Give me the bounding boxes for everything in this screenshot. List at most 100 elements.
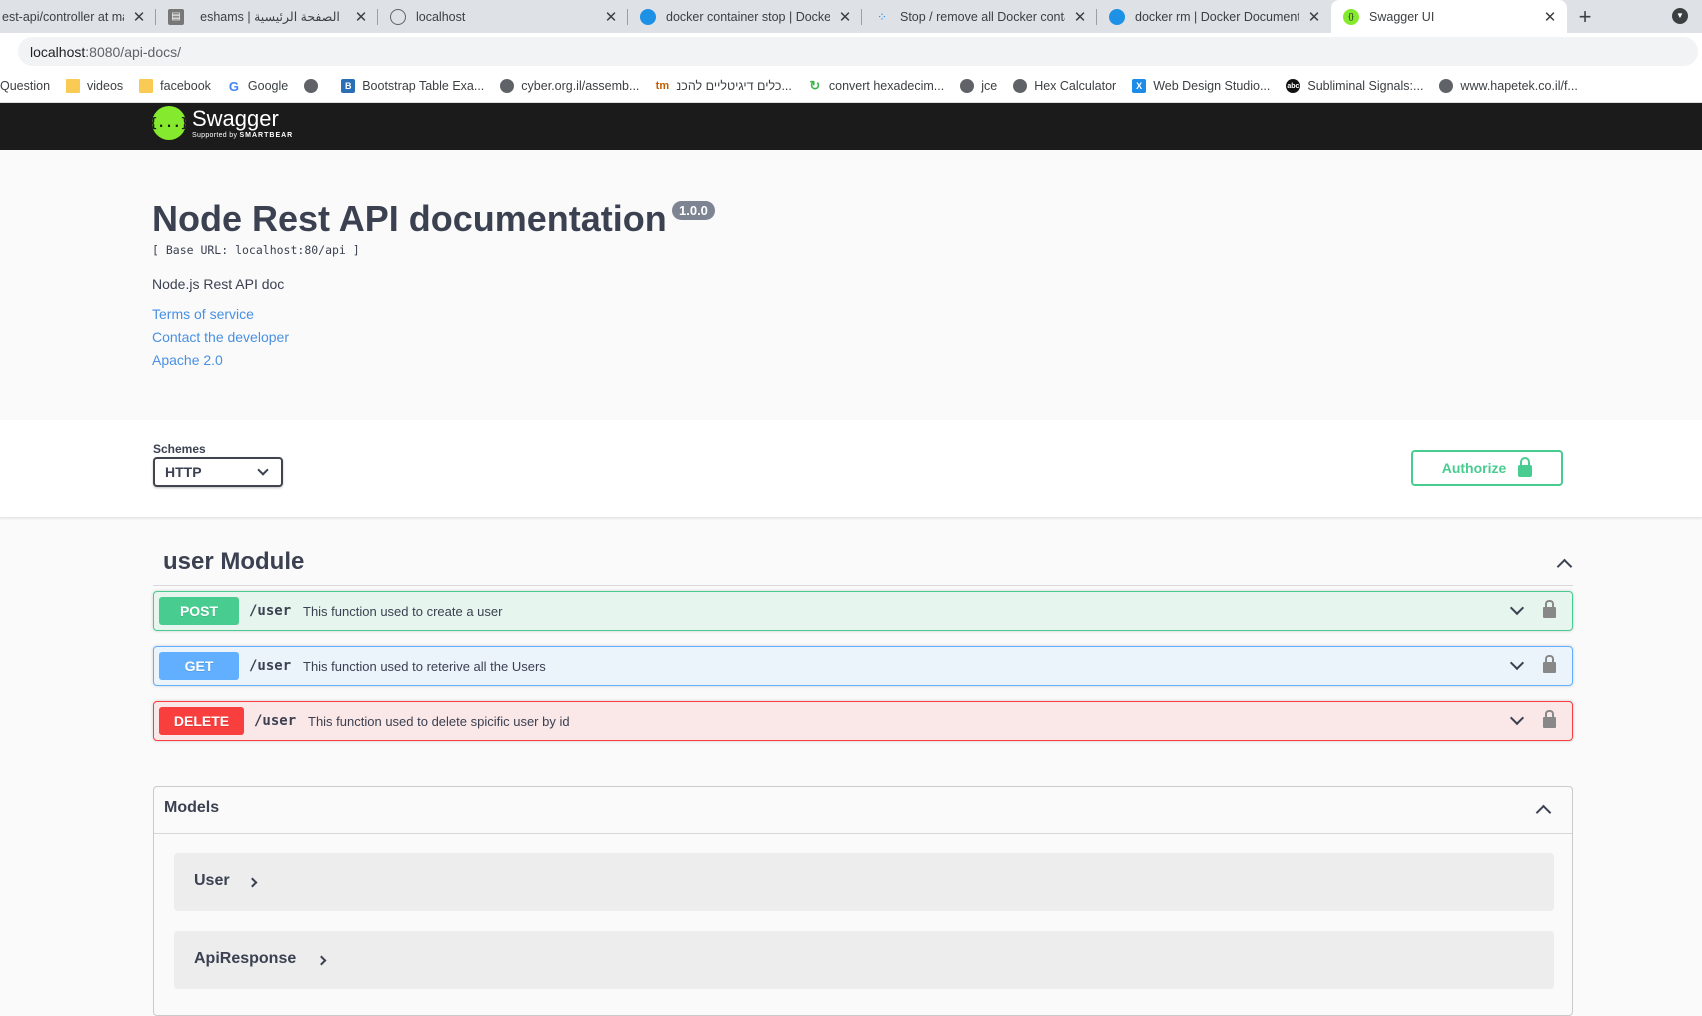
tab-title: est-api/controller at ma xyxy=(2,9,124,24)
close-icon[interactable]: ✕ xyxy=(1543,8,1557,26)
url-host: localhost xyxy=(30,43,86,60)
bookmark-digital-tools[interactable]: tm כלים דיגיטליים להכנ... xyxy=(655,79,792,93)
globe-icon xyxy=(1013,79,1028,93)
bookmark-globe[interactable] xyxy=(304,79,325,93)
terms-of-service-link[interactable]: Terms of service xyxy=(152,306,254,322)
page-icon: ▤ xyxy=(168,8,184,25)
bookmark-hex-calculator[interactable]: Hex Calculator xyxy=(1013,79,1116,93)
operation-summary: This function used to reterive all the U… xyxy=(303,659,546,674)
logo-text: Swagger Supported by SMARTBEAR xyxy=(192,107,293,140)
chevron-up-icon[interactable] xyxy=(1556,558,1573,575)
tab-title: Stop / remove all Docker contai xyxy=(900,9,1065,24)
opblock-post-user[interactable]: POST /user This function used to create … xyxy=(153,591,1573,631)
swagger-icon: {} xyxy=(1343,8,1359,25)
models-header[interactable]: Models xyxy=(154,787,1572,834)
opblock-delete-user[interactable]: DELETE /user This function used to delet… xyxy=(153,701,1573,741)
new-tab-plus-icon[interactable]: + xyxy=(1567,4,1603,30)
bookmark-google[interactable]: G Google xyxy=(227,78,288,94)
folder-icon xyxy=(66,79,81,93)
schemes-select[interactable]: HTTP xyxy=(153,457,283,487)
close-icon[interactable]: ✕ xyxy=(132,8,146,26)
page-title: Node Rest API documentation xyxy=(152,198,667,239)
close-icon[interactable]: ✕ xyxy=(838,8,852,26)
method-badge: GET xyxy=(159,652,239,680)
operation-path: /user xyxy=(254,713,297,729)
tab-eshams[interactable]: ▤ eshams | الصفحة الرئيسية ✕ xyxy=(156,0,378,33)
contact-developer-link[interactable]: Contact the developer xyxy=(152,329,289,345)
tab-localhost[interactable]: localhost ✕ xyxy=(378,0,628,33)
schemes-label: Schemes xyxy=(153,442,206,456)
chevron-up-icon[interactable] xyxy=(1535,804,1552,821)
bookmark-bootstrap[interactable]: B Bootstrap Table Exa... xyxy=(341,79,484,93)
lock-icon[interactable] xyxy=(1543,655,1556,673)
google-icon: G xyxy=(228,78,239,94)
chevron-down-icon[interactable] xyxy=(1509,600,1525,616)
bookmark-jce[interactable]: jce xyxy=(960,79,997,93)
tab-title: Swagger UI xyxy=(1369,9,1435,24)
bookmark-label: כלים דיגיטליים להכנ... xyxy=(676,79,792,93)
bookmark-label: videos xyxy=(87,79,124,93)
bookmark-convert-hex[interactable]: ↻ convert hexadecim... xyxy=(808,78,944,93)
bookmark-facebook[interactable]: facebook xyxy=(139,79,211,93)
method-badge: DELETE xyxy=(159,707,244,735)
bookmark-videos[interactable]: videos xyxy=(66,79,123,93)
model-apiresponse[interactable]: ApiResponse xyxy=(174,931,1554,989)
bookmark-label: Bootstrap Table Exa... xyxy=(362,79,485,93)
chevron-down-icon[interactable] xyxy=(1509,710,1525,726)
tab-title: eshams | الصفحة الرئيسية xyxy=(200,10,340,24)
x-icon: X xyxy=(1132,79,1147,93)
logo-sub-prefix: Supported by xyxy=(192,132,238,139)
api-description: Node.js Rest API doc xyxy=(152,276,285,292)
browser-tab-strip: est-api/controller at ma ✕ ▤ eshams | ال… xyxy=(0,0,1702,33)
bookmark-web-design[interactable]: X Web Design Studio... xyxy=(1132,79,1270,93)
bookmark-question[interactable]: Question xyxy=(0,79,50,93)
bookmark-cyber[interactable]: cyber.org.il/assemb... xyxy=(500,79,639,93)
opblock-get-user[interactable]: GET /user This function used to reterive… xyxy=(153,646,1573,686)
lock-icon[interactable] xyxy=(1543,600,1556,618)
tab-swagger-ui[interactable]: {} Swagger UI ✕ xyxy=(1331,0,1567,33)
logo-sub-brand: SMARTBEAR xyxy=(239,132,294,139)
refresh-icon: ↻ xyxy=(809,78,821,93)
tab-search-chevron-icon[interactable]: ▼ xyxy=(1672,8,1688,24)
swagger-logo[interactable]: {...} Swagger Supported by SMARTBEAR xyxy=(149,106,293,140)
authorize-button[interactable]: Authorize xyxy=(1411,450,1563,486)
globe-icon xyxy=(304,79,319,93)
close-icon[interactable]: ✕ xyxy=(354,8,368,26)
chevron-right-icon[interactable] xyxy=(316,955,327,966)
tab-docker-stop[interactable]: docker container stop | Docker D ✕ xyxy=(628,0,862,33)
bookmark-hapetek[interactable]: www.hapetek.co.il/f... xyxy=(1439,79,1578,93)
abc-icon: abc xyxy=(1286,79,1301,93)
model-user[interactable]: User xyxy=(174,853,1554,911)
swagger-logo-icon: {...} xyxy=(149,106,189,140)
bookmark-label: Question xyxy=(0,79,51,93)
docker-icon xyxy=(640,8,656,25)
model-name: User xyxy=(194,872,230,889)
chevron-right-icon[interactable] xyxy=(247,877,258,888)
bookmark-label: facebook xyxy=(160,79,211,93)
license-link[interactable]: Apache 2.0 xyxy=(152,352,223,368)
bookmark-subliminal[interactable]: abc Subliminal Signals:... xyxy=(1286,79,1423,93)
models-title: Models xyxy=(164,799,220,816)
docker-icon xyxy=(1109,8,1125,25)
chevron-down-icon[interactable] xyxy=(1509,655,1525,671)
tab-github[interactable]: est-api/controller at ma ✕ xyxy=(0,0,156,33)
globe-icon xyxy=(500,79,515,93)
tag-section-header[interactable]: user Module xyxy=(153,536,1573,586)
dots-icon: ⁘ xyxy=(876,9,888,24)
url-field[interactable]: i localhost:8080/api-docs/ xyxy=(18,37,1698,201)
close-icon[interactable]: ✕ xyxy=(604,8,618,26)
folder-icon xyxy=(139,79,154,93)
close-icon[interactable]: ✕ xyxy=(1073,8,1087,26)
chevron-down-icon xyxy=(257,464,269,476)
bookmark-label: Web Design Studio... xyxy=(1153,79,1271,93)
logo-subtitle: Supported by SMARTBEAR xyxy=(192,132,293,139)
tab-docker-rm[interactable]: docker rm | Docker Documentati ✕ xyxy=(1097,0,1331,33)
bookmarks-bar: Question videos facebook G Google B Bootst… xyxy=(0,70,1702,103)
models-section: Models User ApiResponse xyxy=(153,786,1573,1016)
tab-title: localhost xyxy=(416,9,466,24)
address-bar: i localhost:8080/api-docs/ xyxy=(0,33,1702,201)
lock-icon[interactable] xyxy=(1543,710,1556,728)
operation-path: /user xyxy=(249,603,292,619)
tab-docker-remove[interactable]: ⁘ Stop / remove all Docker contai ✕ xyxy=(862,0,1097,33)
close-icon[interactable]: ✕ xyxy=(1307,8,1321,26)
